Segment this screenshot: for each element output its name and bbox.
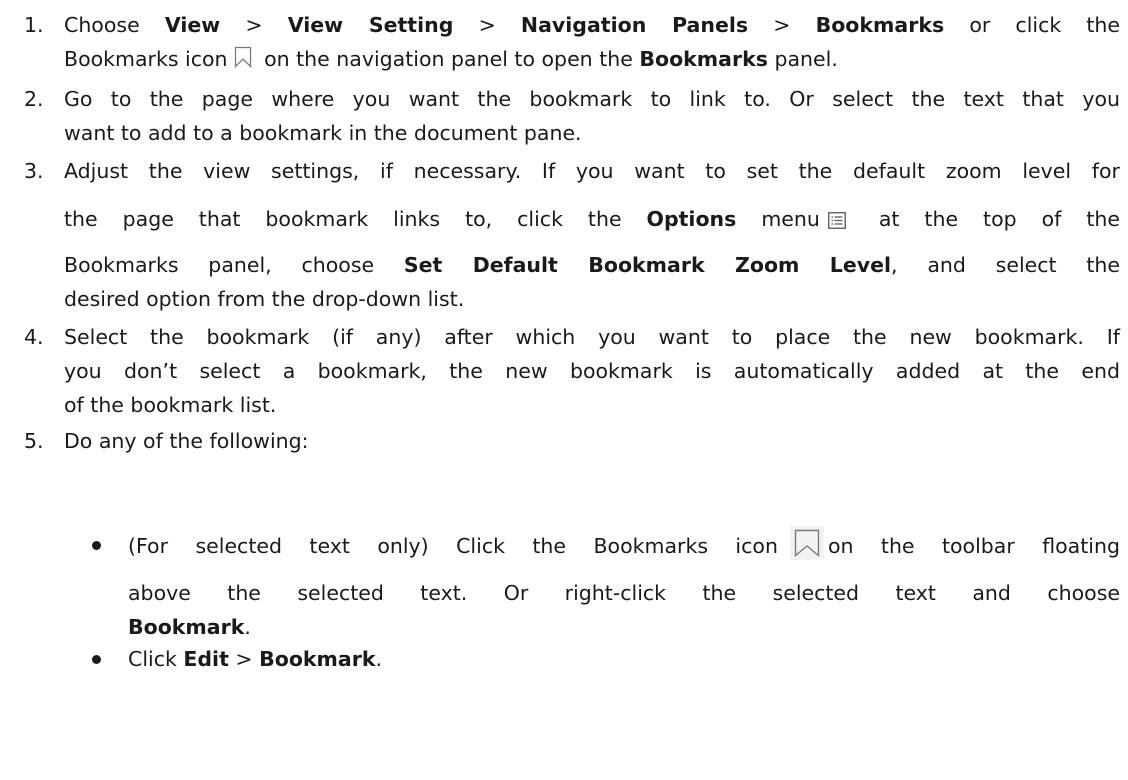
step-5-line-1: Do any of the following: xyxy=(64,429,309,453)
step-4-line-3: of the bookmark list. xyxy=(64,393,277,417)
step-3-line-3: Bookmarks panel, choose Set Default Book… xyxy=(64,253,1121,277)
bullet-1-line-1: (For selected text only) Click the Bookm… xyxy=(128,526,1120,564)
step-number: 2. xyxy=(24,87,44,111)
step-4-line-2: you don’t select a bookmark, the new boo… xyxy=(64,359,1120,383)
menu-view: View xyxy=(164,13,221,37)
menu-bookmarks: Bookmarks xyxy=(815,13,945,37)
bookmark-icon xyxy=(789,526,824,560)
step-3-line-1: Adjust the view settings, if necessary. … xyxy=(64,159,1120,183)
menu-navigation-panels: Navigation Panels xyxy=(520,13,749,37)
menu-view-setting: View Setting xyxy=(287,13,454,37)
step-2-line-2: want to add to a bookmark in the documen… xyxy=(64,121,582,145)
step-2-line-1: Go to the page where you want the bookma… xyxy=(64,87,1120,111)
step-number: 3. xyxy=(24,159,44,183)
bullet-1-line-2: above the selected text. Or right-click … xyxy=(128,581,1120,605)
step-number: 4. xyxy=(24,325,44,349)
step-number: 5. xyxy=(24,429,44,453)
step-1-line-2: Bookmarks icon on the navigation panel t… xyxy=(64,46,838,71)
step-4-line-1: Select the bookmark (if any) after which… xyxy=(64,325,1120,349)
step-number: 1. xyxy=(24,13,44,37)
step-3-line-2: the page that bookmark links to, click t… xyxy=(64,207,1120,231)
bullet-dot xyxy=(92,655,101,664)
bullet-1-line-3: Bookmark. xyxy=(128,615,251,639)
options-menu-icon xyxy=(827,207,846,229)
step-1-line-1: Choose View > View Setting > Navigation … xyxy=(64,13,1121,37)
step-3-line-4: desired option from the drop-down list. xyxy=(64,287,465,311)
options-label: Options xyxy=(646,207,737,231)
help-document: 1. Choose View > View Setting > Navigati… xyxy=(0,0,1128,780)
bullet-dot xyxy=(92,541,101,550)
bullet-2-line-1: Click Edit > Bookmark. xyxy=(128,647,383,671)
bookmark-icon xyxy=(234,46,252,69)
